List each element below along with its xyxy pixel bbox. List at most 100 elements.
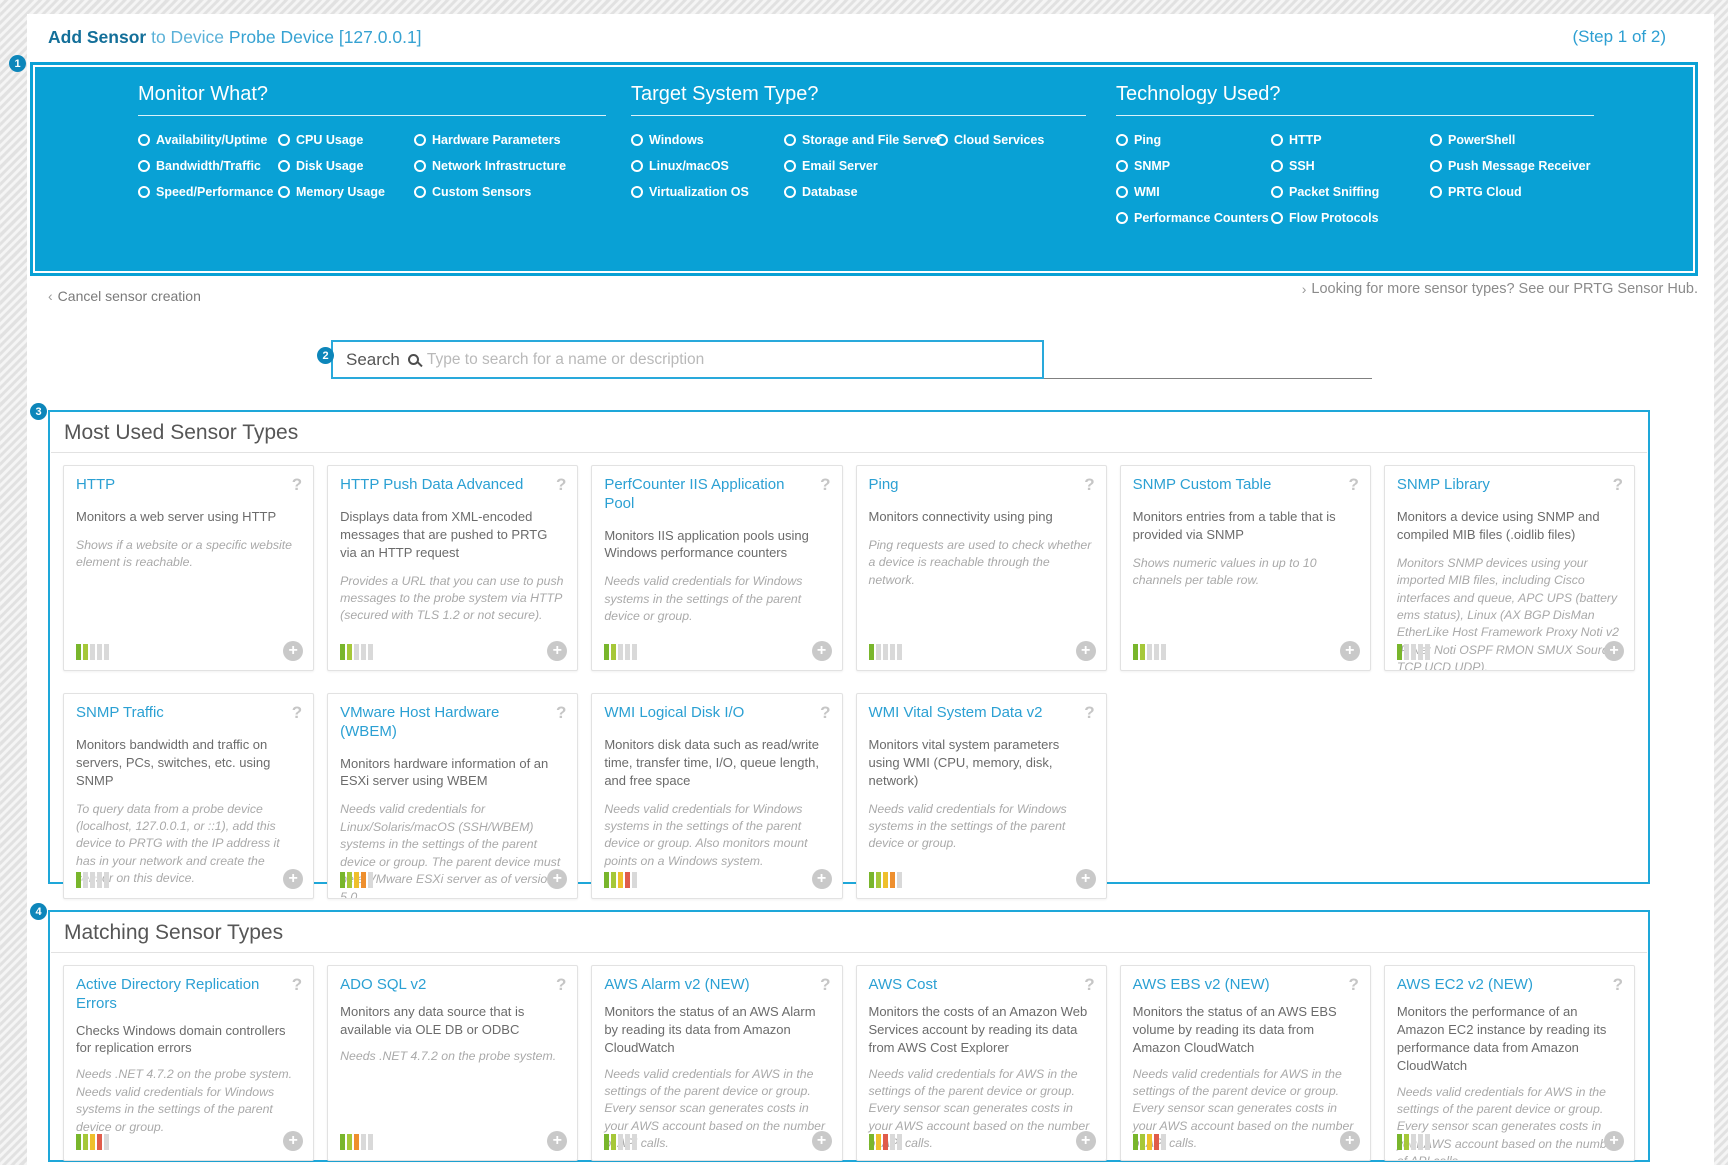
radio-push-message-receiver[interactable]: Push Message Receiver (1430, 159, 1594, 173)
add-sensor-plus-button[interactable]: + (812, 869, 832, 889)
radio-circle-icon[interactable] (784, 160, 796, 172)
help-icon[interactable]: ? (1613, 975, 1623, 995)
radio-circle-icon[interactable] (784, 134, 796, 146)
radio-circle-icon[interactable] (278, 160, 290, 172)
search-input[interactable] (427, 351, 1042, 369)
sensor-card-title[interactable]: SNMP Custom Table (1133, 476, 1358, 495)
sensor-card-snmp-library[interactable]: SNMP Library?Monitors a device using SNM… (1384, 465, 1635, 671)
sensor-card-wmi-vital-system-data-v2[interactable]: WMI Vital System Data v2?Monitors vital … (856, 693, 1107, 899)
radio-snmp[interactable]: SNMP (1116, 159, 1271, 173)
radio-disk-usage[interactable]: Disk Usage (278, 159, 414, 173)
help-icon[interactable]: ? (292, 475, 302, 495)
add-sensor-plus-button[interactable]: + (1340, 641, 1360, 661)
radio-bandwidth-traffic[interactable]: Bandwidth/Traffic (138, 159, 278, 173)
search-box[interactable]: Search (331, 340, 1044, 379)
radio-circle-icon[interactable] (1116, 212, 1128, 224)
radio-flow-protocols[interactable]: Flow Protocols (1271, 211, 1430, 225)
add-sensor-plus-button[interactable]: + (1076, 641, 1096, 661)
radio-circle-icon[interactable] (414, 134, 426, 146)
sensor-card-snmp-custom-table[interactable]: SNMP Custom Table?Monitors entries from … (1120, 465, 1371, 671)
add-sensor-plus-button[interactable]: + (283, 641, 303, 661)
add-sensor-plus-button[interactable]: + (1604, 641, 1624, 661)
add-sensor-plus-button[interactable]: + (1340, 1131, 1360, 1151)
radio-circle-icon[interactable] (1271, 134, 1283, 146)
help-icon[interactable]: ? (1348, 475, 1358, 495)
radio-database[interactable]: Database (784, 185, 936, 199)
sensor-card-title[interactable]: ADO SQL v2 (340, 976, 565, 995)
sensor-card-title[interactable]: AWS Cost (869, 976, 1094, 995)
help-icon[interactable]: ? (556, 975, 566, 995)
sensor-card-title[interactable]: AWS EBS v2 (NEW) (1133, 976, 1358, 995)
sensor-card-vmware-host-hardware-wbem[interactable]: VMware Host Hardware (WBEM)?Monitors har… (327, 693, 578, 899)
radio-ssh[interactable]: SSH (1271, 159, 1430, 173)
sensor-card-active-directory-replication-errors[interactable]: Active Directory Replication Errors?Chec… (63, 965, 314, 1161)
radio-circle-icon[interactable] (1271, 160, 1283, 172)
sensor-card-title[interactable]: HTTP (76, 476, 301, 495)
radio-network-infrastructure[interactable]: Network Infrastructure (414, 159, 606, 173)
sensor-card-http-push-data-advanced[interactable]: HTTP Push Data Advanced?Displays data fr… (327, 465, 578, 671)
sensor-card-http[interactable]: HTTP?Monitors a web server using HTTPSho… (63, 465, 314, 671)
page-title-device[interactable]: Probe Device [127.0.0.1] (229, 27, 422, 47)
radio-cpu-usage[interactable]: CPU Usage (278, 133, 414, 147)
help-icon[interactable]: ? (556, 703, 566, 723)
radio-circle-icon[interactable] (414, 160, 426, 172)
radio-ping[interactable]: Ping (1116, 133, 1271, 147)
radio-custom-sensors[interactable]: Custom Sensors (414, 185, 606, 199)
sensor-card-title[interactable]: AWS Alarm v2 (NEW) (604, 976, 829, 995)
radio-circle-icon[interactable] (138, 186, 150, 198)
radio-circle-icon[interactable] (631, 134, 643, 146)
sensor-card-ado-sql-v2[interactable]: ADO SQL v2?Monitors any data source that… (327, 965, 578, 1161)
radio-availability-uptime[interactable]: Availability/Uptime (138, 133, 278, 147)
radio-linux-macos[interactable]: Linux/macOS (631, 159, 784, 173)
sensor-card-title[interactable]: Ping (869, 476, 1094, 495)
sensor-card-title[interactable]: WMI Vital System Data v2 (869, 704, 1094, 723)
help-icon[interactable]: ? (556, 475, 566, 495)
help-icon[interactable]: ? (1613, 475, 1623, 495)
radio-storage-and-file-server[interactable]: Storage and File Server (784, 133, 936, 147)
radio-performance-counters[interactable]: Performance Counters (1116, 211, 1271, 225)
sensor-card-wmi-logical-disk-i-o[interactable]: WMI Logical Disk I/O?Monitors disk data … (591, 693, 842, 899)
radio-email-server[interactable]: Email Server (784, 159, 936, 173)
radio-circle-icon[interactable] (1430, 160, 1442, 172)
radio-http[interactable]: HTTP (1271, 133, 1430, 147)
add-sensor-plus-button[interactable]: + (1604, 1131, 1624, 1151)
add-sensor-plus-button[interactable]: + (1076, 869, 1096, 889)
sensor-card-title[interactable]: Active Directory Replication Errors (76, 976, 301, 1014)
radio-circle-icon[interactable] (278, 134, 290, 146)
radio-circle-icon[interactable] (1116, 134, 1128, 146)
help-icon[interactable]: ? (1084, 475, 1094, 495)
sensor-card-snmp-traffic[interactable]: SNMP Traffic?Monitors bandwidth and traf… (63, 693, 314, 899)
sensor-card-title[interactable]: AWS EC2 v2 (NEW) (1397, 976, 1622, 995)
radio-powershell[interactable]: PowerShell (1430, 133, 1594, 147)
radio-circle-icon[interactable] (1271, 186, 1283, 198)
add-sensor-plus-button[interactable]: + (812, 1131, 832, 1151)
radio-circle-icon[interactable] (936, 134, 948, 146)
sensor-card-ping[interactable]: Ping?Monitors connectivity using pingPin… (856, 465, 1107, 671)
add-sensor-plus-button[interactable]: + (547, 1131, 567, 1151)
radio-circle-icon[interactable] (1271, 212, 1283, 224)
radio-circle-icon[interactable] (1430, 186, 1442, 198)
radio-circle-icon[interactable] (1116, 186, 1128, 198)
sensor-card-title[interactable]: VMware Host Hardware (WBEM) (340, 704, 565, 742)
radio-windows[interactable]: Windows (631, 133, 784, 147)
sensor-card-title[interactable]: WMI Logical Disk I/O (604, 704, 829, 723)
sensor-card-title[interactable]: HTTP Push Data Advanced (340, 476, 565, 495)
help-icon[interactable]: ? (1084, 703, 1094, 723)
radio-circle-icon[interactable] (1116, 160, 1128, 172)
radio-speed-performance[interactable]: Speed/Performance (138, 185, 278, 199)
radio-circle-icon[interactable] (278, 186, 290, 198)
help-icon[interactable]: ? (820, 975, 830, 995)
add-sensor-plus-button[interactable]: + (283, 1131, 303, 1151)
help-icon[interactable]: ? (820, 703, 830, 723)
radio-circle-icon[interactable] (1430, 134, 1442, 146)
radio-circle-icon[interactable] (414, 186, 426, 198)
add-sensor-plus-button[interactable]: + (547, 641, 567, 661)
help-icon[interactable]: ? (292, 975, 302, 995)
radio-cloud-services[interactable]: Cloud Services (936, 133, 1086, 147)
sensor-hub-link[interactable]: › Looking for more sensor types? See our… (1302, 281, 1698, 297)
sensor-card-aws-ebs-v2-new[interactable]: AWS EBS v2 (NEW)?Monitors the status of … (1120, 965, 1371, 1161)
help-icon[interactable]: ? (1084, 975, 1094, 995)
sensor-card-title[interactable]: SNMP Traffic (76, 704, 301, 723)
help-icon[interactable]: ? (292, 703, 302, 723)
radio-circle-icon[interactable] (138, 134, 150, 146)
